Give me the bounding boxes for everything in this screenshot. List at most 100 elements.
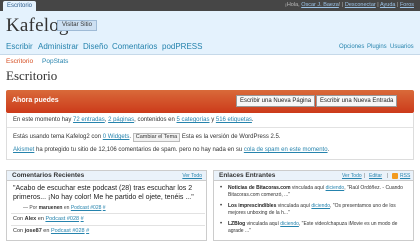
view-all-links-link[interactable]: Ver Todo <box>342 173 362 179</box>
tags-link[interactable]: 516 etiquetas <box>216 117 252 123</box>
rss-link[interactable]: RSS <box>400 173 410 179</box>
comment-line: "Acabo de escuchar este podcast (28) tra… <box>13 185 193 192</box>
separator: | <box>396 2 399 8</box>
stats-text: En este momento hay <box>13 117 72 123</box>
entry-text: vinculada aquí <box>246 221 279 227</box>
logout-link[interactable]: Desconectar <box>345 2 376 8</box>
spam-queue-link[interactable]: cola de spam en este momento <box>244 147 328 153</box>
divider <box>11 225 205 226</box>
stats-text: y <box>211 117 215 123</box>
saying-link[interactable]: diciendo <box>326 185 345 191</box>
saying-link[interactable]: diciendo <box>280 221 299 227</box>
nav-podpress[interactable]: podPRESS <box>162 42 202 51</box>
entry-text: vinculada aquí <box>291 185 325 191</box>
akismet-info: Akismet ha protegido tu sitio de 12,106 … <box>13 147 329 153</box>
version-text: Esta es la versión de WordPress 2.5. <box>181 134 281 140</box>
theme-text: Estás usando tema Kafelog2 con <box>13 134 102 140</box>
main-nav: Escribir Administrar Diseño Comentarios … <box>0 41 420 55</box>
widgets-link[interactable]: 0 Widgets <box>103 134 130 140</box>
bullet-icon: • <box>220 185 223 191</box>
panel-title: Comentarios Recientes <box>12 172 85 179</box>
change-theme-button[interactable]: Cambiar el Tema <box>132 133 181 142</box>
item-text: en <box>37 216 44 222</box>
item-text: en <box>43 228 50 234</box>
theme-info: Estás usando tema Kafelog2 con 0 Widgets… <box>13 133 281 142</box>
new-entry-button[interactable]: Escribir una Nueva Entrada <box>316 95 398 107</box>
akismet-text: ha protegido tu sitio de 12,106 comentar… <box>36 147 243 153</box>
pages-link[interactable]: 2 páginas <box>108 117 134 123</box>
separator: | <box>341 2 344 8</box>
comment-post-link[interactable]: Podcast #028 <box>71 205 102 211</box>
comment-excerpt: "Acabo de escuchar este podcast (28) tra… <box>13 184 203 202</box>
list-item: • Los imprescindibles vinculada aquí dic… <box>220 203 410 219</box>
comment-permalink[interactable]: # <box>81 216 84 222</box>
bullet-icon: • <box>220 203 223 209</box>
page-title: Escritorio <box>6 68 58 83</box>
byline-text: en <box>63 205 70 211</box>
comment-author: jose87 <box>24 228 42 234</box>
nav-administrar[interactable]: Administrar <box>38 42 78 51</box>
categories-link[interactable]: 5 categorías <box>177 117 210 123</box>
list-item: Con Alex en Podcast #028 # <box>13 216 84 222</box>
divider <box>11 213 205 214</box>
saying-link[interactable]: diciendo <box>311 203 330 209</box>
greeting-prefix: ¡Hola, <box>285 2 300 8</box>
comment-post-link[interactable]: Podcast #028 <box>45 216 79 222</box>
comment-post-link[interactable]: Podcast #028 <box>51 228 85 234</box>
forums-link[interactable]: Foros <box>400 2 414 8</box>
akismet-link[interactable]: Akismet <box>13 147 34 153</box>
byline-text: — Por <box>23 205 38 211</box>
list-item: • Noticias de Bitacoras.com vinculada aq… <box>220 185 410 201</box>
tab-escritorio[interactable]: Escritorio <box>3 1 37 11</box>
comment-author: maruenen <box>38 205 63 211</box>
separator: | <box>364 173 366 179</box>
stats-text: , <box>104 117 107 123</box>
list-item: • LZBlog vinculada aquí diciendo, "Este … <box>220 221 410 237</box>
stats-text: , contenidos en <box>134 117 175 123</box>
separator: | <box>377 2 379 8</box>
user-menu: ¡Hola, Oscar J. Baeza! | Desconectar | A… <box>285 1 414 10</box>
greeting-suffix: ! <box>338 2 341 8</box>
list-item: Con jose87 en Podcast #028 # <box>13 228 89 234</box>
stats-summary: En este momento hay 72 entradas, 2 págin… <box>13 117 254 123</box>
new-page-button[interactable]: Escribir una Nueva Página <box>236 95 316 107</box>
visit-site-button[interactable]: Visitar Sitio <box>57 20 97 31</box>
bullet-icon: • <box>220 221 223 227</box>
link-source[interactable]: Los imprescindibles <box>228 203 276 209</box>
subnav-escritorio[interactable]: Escritorio <box>6 58 33 65</box>
sub-nav: Escritorio PopStats <box>0 56 420 67</box>
admin-top-bar: Escritorio ¡Hola, Oscar J. Baeza! | Desc… <box>0 0 420 11</box>
comment-permalink[interactable]: # <box>103 205 106 211</box>
nav-plugins[interactable]: Plugins <box>367 44 387 50</box>
panel-title: Enlaces Entrantes <box>219 172 276 179</box>
nav-escribir[interactable]: Escribir <box>6 42 33 51</box>
user-profile-link[interactable]: Oscar J. Baeza <box>301 2 339 8</box>
link-entry-text: LZBlog vinculada aquí diciendo, "Este vi… <box>228 221 410 234</box>
nav-opciones[interactable]: Opciones <box>339 44 364 50</box>
comment-line: primeros... ¡No hay color! Me he partido… <box>13 194 194 201</box>
rss-icon[interactable] <box>392 173 398 179</box>
stats-text: . <box>251 117 254 123</box>
link-source[interactable]: Noticias de Bitacoras.com <box>228 185 291 191</box>
nav-comentarios[interactable]: Comentarios <box>112 42 157 51</box>
view-all-comments-link[interactable]: Ver Todo <box>182 173 202 179</box>
stats-box: En este momento hay 72 entradas, 2 págin… <box>6 113 414 160</box>
divider <box>7 127 413 128</box>
entries-link[interactable]: 72 entradas <box>73 117 105 123</box>
item-text: Con <box>13 216 24 222</box>
link-source[interactable]: LZBlog <box>228 221 245 227</box>
comment-byline: — Por maruenen en Podcast #028 # <box>23 205 106 211</box>
theme-text: . <box>129 134 132 140</box>
quick-actions-label: Ahora puedes <box>12 97 59 104</box>
site-header: Kafelog Visitar Sitio <box>0 11 420 41</box>
akismet-text: . <box>327 147 330 153</box>
comment-author: Alex <box>24 216 37 222</box>
help-link[interactable]: Ayuda <box>380 2 396 8</box>
link-entry-text: Los imprescindibles vinculada aquí dicie… <box>228 203 410 216</box>
panel-header: Enlaces Entrantes Ver Todo | Editar | RS… <box>214 171 413 181</box>
subnav-popstats[interactable]: PopStats <box>42 58 68 65</box>
edit-links-link[interactable]: Editar <box>369 173 382 179</box>
nav-diseno[interactable]: Diseño <box>83 42 108 51</box>
comment-permalink[interactable]: # <box>86 228 89 234</box>
nav-usuarios[interactable]: Usuarios <box>390 44 414 50</box>
